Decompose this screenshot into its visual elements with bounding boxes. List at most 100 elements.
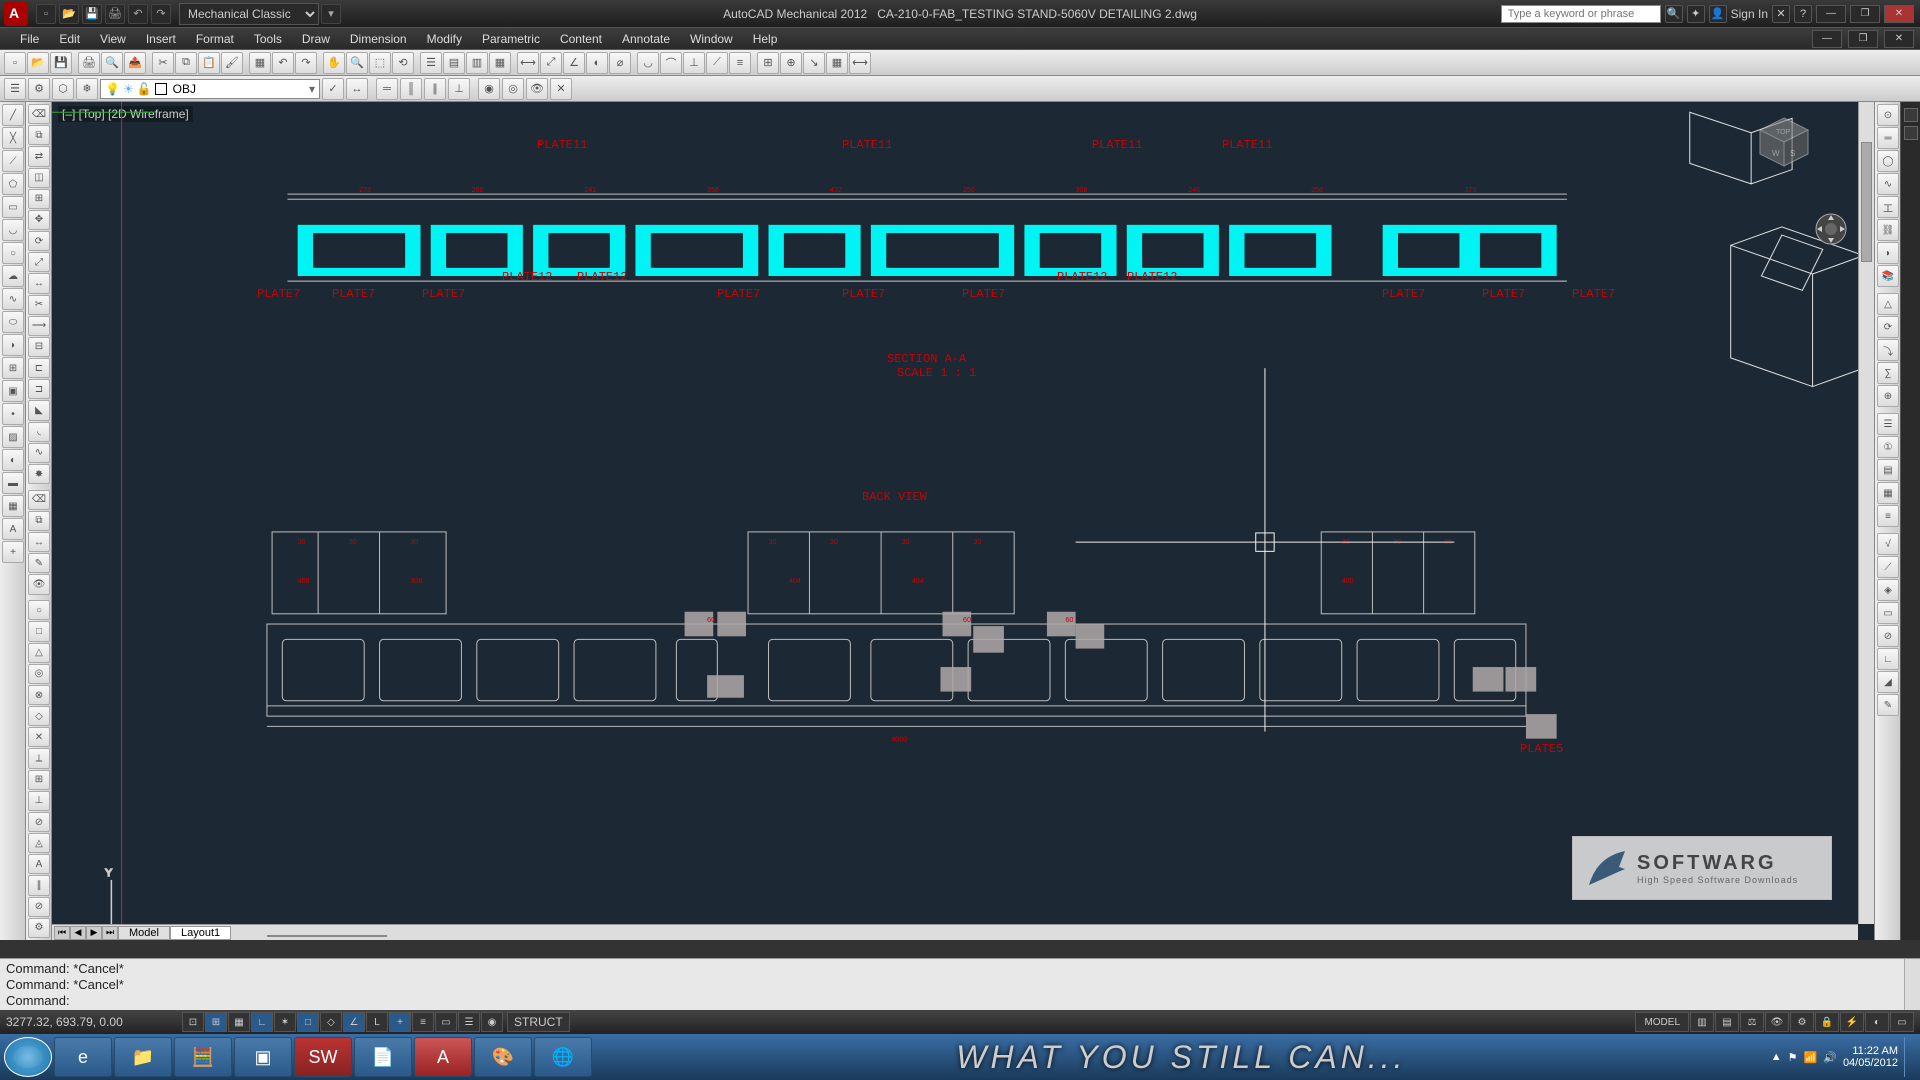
isolate-objects-icon[interactable]: ◐	[1865, 1012, 1889, 1032]
point-icon[interactable]: •	[2, 403, 24, 425]
explode-icon[interactable]: ✸	[28, 464, 50, 484]
infocenter-search[interactable]	[1501, 5, 1661, 23]
menu-parametric[interactable]: Parametric	[472, 29, 550, 49]
task-explorer-icon[interactable]: 📁	[114, 1037, 172, 1077]
baseline-icon[interactable]: ≡	[729, 52, 751, 74]
calc-icon[interactable]: ∑	[1877, 362, 1899, 384]
save-icon[interactable]: 💾	[50, 52, 72, 74]
menu-help[interactable]: Help	[743, 29, 788, 49]
plot-icon[interactable]: 🖨	[78, 52, 100, 74]
match-properties-icon[interactable]: 🖌	[221, 52, 243, 74]
quick-view-layouts-icon[interactable]: ▥	[1690, 1012, 1714, 1032]
dock-panel-icon[interactable]	[1904, 126, 1918, 140]
copy-object-icon[interactable]: ⧉	[28, 125, 50, 145]
mech-app-icon[interactable]: A	[28, 854, 50, 874]
tray-volume-icon[interactable]: 🔊	[1823, 1051, 1837, 1064]
mech-ins-icon[interactable]: ⊞	[28, 770, 50, 790]
leader-icon[interactable]: ↘	[803, 52, 825, 74]
window-close-button[interactable]: ✕	[1884, 5, 1914, 23]
menu-annotate[interactable]: Annotate	[612, 29, 680, 49]
mech-settings-icon[interactable]: ⚙	[28, 918, 50, 938]
menu-format[interactable]: Format	[186, 29, 244, 49]
doc-close-button[interactable]: ✕	[1884, 30, 1914, 48]
tray-network-icon[interactable]: 📶	[1804, 1051, 1818, 1064]
powererase-icon[interactable]: ⌫	[28, 490, 50, 510]
layer-dropdown[interactable]: 💡 ☀ 🔓 OBJ ▾	[100, 79, 320, 99]
scrollbar-thumb[interactable]	[267, 935, 387, 937]
task-app1-icon[interactable]: ▣	[234, 1037, 292, 1077]
menu-insert[interactable]: Insert	[136, 29, 186, 49]
tool-palettes-icon[interactable]: ▥	[466, 52, 488, 74]
zoom-previous-icon[interactable]: ⟲	[392, 52, 414, 74]
constraint-parallel-icon[interactable]: ∥	[424, 78, 446, 100]
designcenter-icon[interactable]: ▤	[443, 52, 465, 74]
tab-last-icon[interactable]: ⏭	[102, 926, 118, 940]
menu-view[interactable]: View	[90, 29, 136, 49]
mech-endpoint-icon[interactable]: □	[28, 621, 50, 641]
insert-block-icon[interactable]: ⊞	[2, 357, 24, 379]
scrollbar-thumb[interactable]	[1861, 142, 1872, 262]
start-button[interactable]	[4, 1037, 52, 1077]
qat-undo-icon[interactable]: ↶	[128, 4, 148, 24]
mech-center-icon[interactable]: ◎	[28, 664, 50, 684]
poweredit-icon[interactable]: ✎	[28, 553, 50, 573]
powercopy-icon[interactable]: ⧉	[28, 511, 50, 531]
plot-preview-icon[interactable]: 🔍	[101, 52, 123, 74]
rectangle-icon[interactable]: ▭	[2, 196, 24, 218]
datum-id-icon[interactable]: ▭	[1877, 602, 1899, 624]
coordinate-readout[interactable]: 3277.32, 693.79, 0.00	[6, 1015, 176, 1029]
quick-view-drawings-icon[interactable]: ▤	[1715, 1012, 1739, 1032]
mech-tan-icon[interactable]: ⊘	[28, 812, 50, 832]
constraint-show-icon[interactable]: 👁	[526, 78, 548, 100]
workspace-switch-icon[interactable]: ⚙	[1790, 1012, 1814, 1032]
annotation-visibility-icon[interactable]: 👁	[1765, 1012, 1789, 1032]
break-icon[interactable]: ⊏	[28, 358, 50, 378]
zoom-realtime-icon[interactable]: 🔍	[346, 52, 368, 74]
menu-window[interactable]: Window	[680, 29, 743, 49]
doc-minimize-button[interactable]: —	[1812, 30, 1842, 48]
layer-filter-icon[interactable]: ⚙	[28, 78, 50, 100]
trim-icon[interactable]: ✂	[28, 295, 50, 315]
hardware-accel-icon[interactable]: ⚡	[1840, 1012, 1864, 1032]
make-current-icon[interactable]: ✓	[322, 78, 344, 100]
arc-icon[interactable]: ◡	[2, 219, 24, 241]
surface-texture-icon[interactable]: √	[1877, 533, 1899, 555]
ellipse-arc-icon[interactable]: ◗	[2, 334, 24, 356]
clean-screen-icon[interactable]: ▭	[1890, 1012, 1914, 1032]
window-minimize-button[interactable]: —	[1816, 5, 1846, 23]
grid-toggle[interactable]: ▦	[228, 1012, 250, 1032]
pan-icon[interactable]: ✋	[323, 52, 345, 74]
tab-model[interactable]: Model	[118, 926, 170, 940]
signin-link[interactable]: Sign In	[1731, 7, 1768, 21]
menu-file[interactable]: File	[10, 29, 49, 49]
menu-draw[interactable]: Draw	[292, 29, 340, 49]
qp-toggle[interactable]: ☰	[458, 1012, 480, 1032]
task-autocad-icon[interactable]: A	[414, 1037, 472, 1077]
polar-toggle[interactable]: ✶	[274, 1012, 296, 1032]
mech-perp-icon[interactable]: ⊥	[28, 791, 50, 811]
layer-states-icon[interactable]: ⬡	[52, 78, 74, 100]
doc-restore-button[interactable]: ❐	[1848, 30, 1878, 48]
qat-new-icon[interactable]: ▫	[36, 4, 56, 24]
dim-diameter-icon[interactable]: ⌀	[609, 52, 631, 74]
fillet-icon[interactable]: ◟	[28, 422, 50, 442]
offset-icon[interactable]: ◫	[28, 168, 50, 188]
sc-toggle[interactable]: ◉	[481, 1012, 503, 1032]
menu-modify[interactable]: Modify	[417, 29, 472, 49]
array-icon[interactable]: ⊞	[28, 189, 50, 209]
layer-properties-icon[interactable]: ☰	[4, 78, 26, 100]
block-editor-icon[interactable]: ▦	[249, 52, 271, 74]
qat-redo-icon[interactable]: ↷	[151, 4, 171, 24]
command-window[interactable]: Command: *Cancel* Command: *Cancel* Comm…	[0, 958, 1920, 1010]
cut-icon[interactable]: ✂	[152, 52, 174, 74]
tab-prev-icon[interactable]: ◀	[70, 926, 86, 940]
menu-tools[interactable]: Tools	[244, 29, 292, 49]
dim-angular-icon[interactable]: ∠	[563, 52, 585, 74]
steel-shape-icon[interactable]: 工	[1877, 196, 1899, 218]
toolbar-lock-icon[interactable]: 🔒	[1815, 1012, 1839, 1032]
cam-icon[interactable]: ◗	[1877, 242, 1899, 264]
mech-ext-icon[interactable]: ⟂	[28, 748, 50, 768]
hole-icon[interactable]: ◯	[1877, 150, 1899, 172]
menu-edit[interactable]: Edit	[49, 29, 90, 49]
hatch-icon[interactable]: ▨	[2, 426, 24, 448]
